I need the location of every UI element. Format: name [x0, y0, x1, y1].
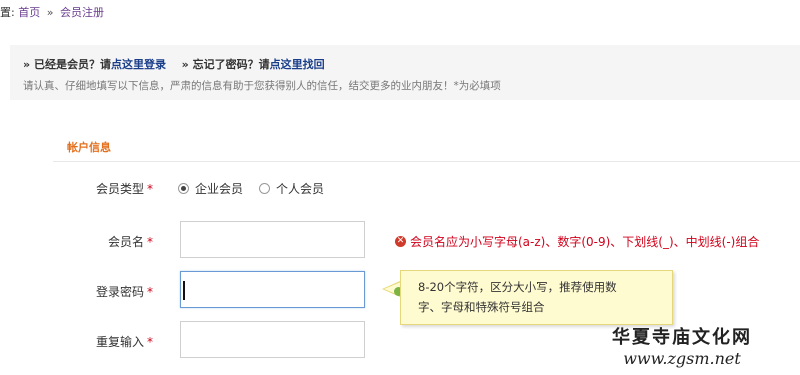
- section-divider: [53, 161, 800, 162]
- notice-links: » 已经是会员？请点这里登录 » 忘记了密码？请点这里找回: [23, 56, 325, 72]
- member-type-label: 会员类型 *: [0, 180, 153, 197]
- username-error-text: 会员名应为小写字母(a-z)、数字(0-9)、下划线(_)、中划线(-)组合: [410, 235, 760, 249]
- recover-password-link[interactable]: 点这里找回: [270, 58, 325, 71]
- required-mark: *: [147, 335, 153, 349]
- password-hint-line-1: 8-20个字符，区分大小写，推荐使用数: [418, 280, 617, 294]
- breadcrumb-prefix: 置:: [0, 6, 15, 19]
- notice-box: » 已经是会员？请点这里登录 » 忘记了密码？请点这里找回 请认真、仔细地填写以…: [10, 45, 800, 100]
- breadcrumb: 置: 首页 » 会员注册: [0, 4, 104, 20]
- radio-enterprise-label: 企业会员: [195, 182, 244, 196]
- watermark-url: www.zgsm.net: [623, 349, 741, 368]
- radio-personal[interactable]: [259, 183, 271, 194]
- text-caret: [183, 281, 185, 300]
- radio-personal-label: 个人会员: [276, 182, 325, 196]
- password-label: 登录密码 *: [0, 283, 153, 300]
- required-mark: *: [147, 235, 153, 249]
- required-mark: *: [147, 182, 153, 196]
- password-hint-tooltip: 8-20个字符，区分大小写，推荐使用数 字、字母和特殊符号组合: [400, 270, 673, 325]
- username-input[interactable]: [180, 221, 365, 258]
- already-member-text: 已经是会员？请: [33, 58, 111, 71]
- watermark-title: 华夏寺庙文化网: [612, 327, 752, 348]
- radio-option-personal[interactable]: 个人会员: [259, 180, 324, 197]
- password-hint-line-2: 字、字母和特殊符号组合: [418, 300, 545, 314]
- notice-description: 请认真、仔细地填写以下信息，严肃的信息有助于您获得别人的信任，结交更多的业内朋友…: [23, 80, 501, 92]
- required-mark: *: [147, 285, 153, 299]
- breadcrumb-separator: »: [46, 6, 54, 19]
- error-x-icon: ✕: [395, 236, 406, 247]
- repeat-password-input[interactable]: [180, 321, 365, 358]
- member-type-radio-group: 企业会员 个人会员: [178, 180, 340, 197]
- password-input[interactable]: [180, 271, 365, 308]
- member-type-label-text: 会员类型: [95, 182, 144, 196]
- forgot-password-text: 忘记了密码？请: [192, 58, 270, 71]
- radio-enterprise[interactable]: [178, 183, 189, 194]
- username-label: 会员名 *: [0, 233, 153, 250]
- repeat-password-label: 重复输入 *: [0, 333, 153, 350]
- username-error: ✕ 会员名应为小写字母(a-z)、数字(0-9)、下划线(_)、中划线(-)组合: [395, 233, 759, 250]
- breadcrumb-current-link[interactable]: 会员注册: [60, 6, 104, 19]
- username-label-text: 会员名: [107, 235, 144, 249]
- notice-marker-2: »: [181, 58, 189, 71]
- breadcrumb-home-link[interactable]: 首页: [18, 6, 40, 19]
- section-title: 帐户信息: [67, 141, 111, 154]
- watermark-logo: 华夏寺庙文化网 www.zgsm.net: [612, 323, 752, 368]
- login-link[interactable]: 点这里登录: [111, 58, 166, 71]
- repeat-password-label-text: 重复输入: [95, 335, 144, 349]
- radio-option-enterprise[interactable]: 企业会员: [178, 180, 243, 197]
- password-label-text: 登录密码: [95, 285, 144, 299]
- notice-marker-1: »: [23, 58, 31, 71]
